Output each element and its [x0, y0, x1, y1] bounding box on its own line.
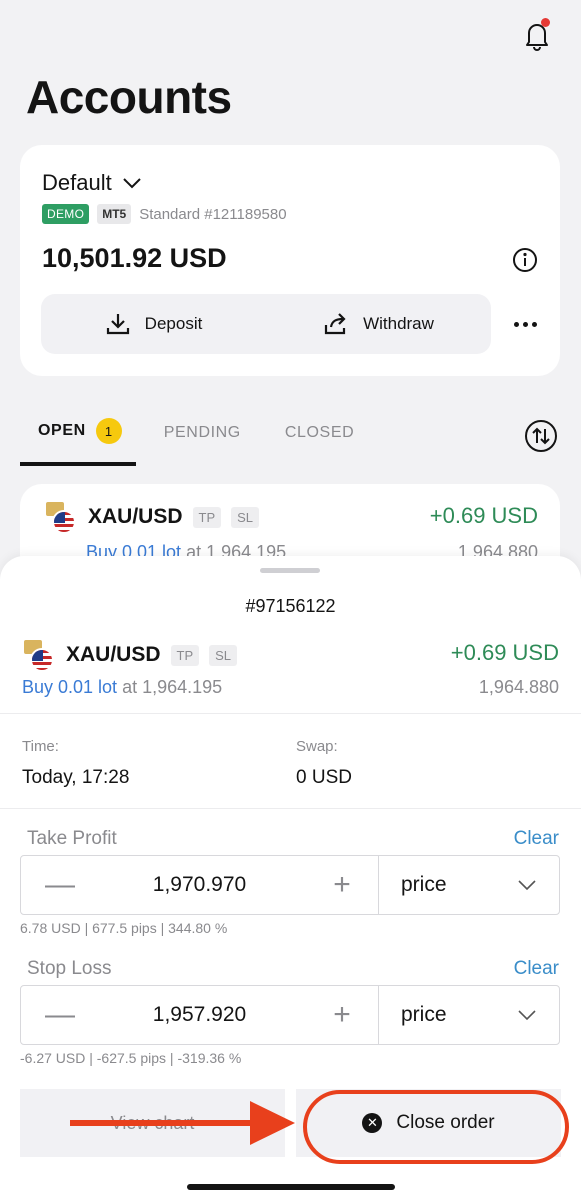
withdraw-button[interactable]: Withdraw [266, 294, 491, 354]
time-value: Today, 17:28 [22, 767, 130, 788]
swap-label: Swap: [296, 738, 338, 755]
stop-loss-unit-value: price [401, 1003, 447, 1026]
page-title: Accounts [26, 71, 232, 123]
account-selector[interactable]: Default [42, 170, 142, 196]
view-chart-button[interactable]: View chart [20, 1089, 285, 1157]
close-circle-icon: ✕ [362, 1113, 383, 1133]
close-order-label: Close order [396, 1112, 495, 1133]
stop-loss-clear-link[interactable]: Clear [514, 958, 559, 980]
download-icon [106, 314, 129, 335]
take-profit-unit-value: price [401, 873, 447, 896]
take-profit-unit-select[interactable]: price [379, 856, 559, 914]
platform-badge: MT5 [97, 204, 132, 224]
tab-open[interactable]: OPEN 1 [20, 418, 136, 466]
position-pnl: +0.69 USD [429, 503, 538, 528]
position-symbol: XAU/USD [88, 505, 183, 528]
chevron-down-icon [518, 1010, 536, 1021]
sort-icon[interactable] [524, 419, 558, 453]
account-card: Default DEMO MT5 Standard #121189580 10,… [20, 145, 560, 376]
sl-tag: SL [231, 506, 260, 528]
more-options-icon[interactable] [512, 311, 538, 337]
orders-tabs: OPEN 1 PENDING CLOSED [20, 418, 398, 466]
sheet-pnl: +0.69 USD [450, 640, 559, 665]
xau-usd-pair-icon [20, 638, 56, 672]
notification-dot [541, 18, 550, 27]
tp-tag: TP [192, 506, 222, 528]
take-profit-increment-button[interactable]: + [330, 870, 354, 900]
account-balance: 10,501.92 USD [42, 243, 227, 273]
stop-loss-decrement-button[interactable]: — [45, 1000, 75, 1030]
sheet-symbol: XAU/USD [66, 643, 161, 666]
swap-value: 0 USD [296, 767, 352, 788]
sheet-buy-text: Buy 0.01 lot [22, 677, 118, 697]
chevron-down-icon [518, 880, 536, 891]
sheet-current-price: 1,964.880 [478, 677, 559, 697]
stop-loss-increment-button[interactable]: + [330, 1000, 354, 1030]
take-profit-decrement-button[interactable]: — [45, 870, 75, 900]
stop-loss-stepper: — + price [20, 985, 560, 1045]
deposit-button[interactable]: Deposit [41, 294, 266, 354]
sheet-open-price: at 1,964.195 [122, 677, 223, 697]
account-actions: Deposit Withdraw [41, 294, 491, 354]
sheet-buy-line: Buy 0.01 lot at 1,964.195 [22, 677, 222, 698]
stop-loss-input[interactable] [99, 1003, 300, 1027]
chevron-down-icon [123, 178, 141, 189]
divider [0, 713, 581, 714]
take-profit-hint: 6.78 USD | 677.5 pips | 344.80 % [20, 920, 228, 936]
take-profit-clear-link[interactable]: Clear [514, 828, 559, 850]
account-type: Standard #121189580 [139, 205, 287, 223]
deposit-label: Deposit [144, 314, 203, 333]
tab-closed[interactable]: CLOSED [285, 418, 354, 466]
stop-loss-hint: -6.27 USD | -627.5 pips | -319.36 % [20, 1050, 242, 1066]
take-profit-label: Take Profit [27, 828, 117, 849]
demo-badge: DEMO [42, 204, 90, 224]
open-count-badge: 1 [95, 418, 122, 444]
tp-tag: TP [170, 644, 200, 666]
withdraw-label: Withdraw [363, 314, 434, 333]
view-chart-label: View chart [110, 1112, 195, 1133]
home-indicator [187, 1184, 395, 1190]
close-order-button[interactable]: ✕ Close order [296, 1089, 561, 1157]
time-label: Time: [22, 738, 59, 755]
share-arrow-icon [324, 313, 346, 335]
stop-loss-label: Stop Loss [27, 958, 112, 979]
tab-pending[interactable]: PENDING [164, 418, 241, 466]
tab-open-label: OPEN [38, 422, 86, 439]
divider [0, 808, 581, 809]
order-details-sheet: #97156122 XAU/USD TP SL +0.69 USD Buy 0.… [0, 556, 581, 1200]
info-icon[interactable] [512, 247, 538, 273]
take-profit-stepper: — + price [20, 855, 560, 915]
take-profit-input[interactable] [99, 873, 300, 897]
notifications-bell-icon[interactable] [520, 18, 554, 52]
xau-usd-pair-icon [42, 500, 78, 534]
sheet-drag-handle[interactable] [260, 568, 320, 573]
sl-tag: SL [209, 644, 238, 666]
order-id: #97156122 [245, 596, 336, 616]
stop-loss-unit-select[interactable]: price [379, 986, 559, 1044]
account-name: Default [42, 170, 112, 195]
